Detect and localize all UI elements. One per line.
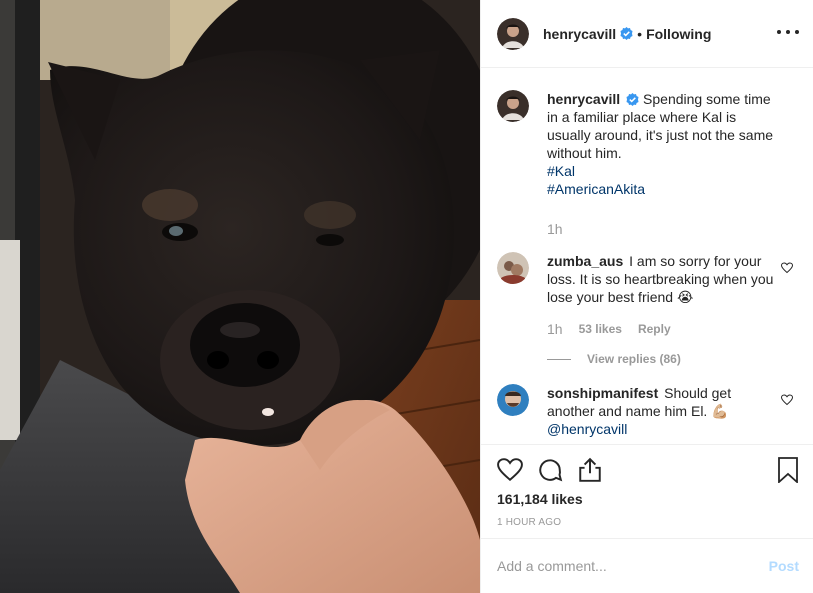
post-photo[interactable] [0,0,480,593]
avatar[interactable] [497,17,529,50]
view-replies-label: View replies (86) [587,352,681,366]
view-replies-button[interactable]: View replies (86) [547,350,781,368]
like-count[interactable]: 161,184 likes [497,491,797,507]
reply-button[interactable]: Reply [638,320,671,338]
comments-list: henrycavill Spending some time in a fami… [481,68,813,444]
post-header: henrycavill • Following [481,0,813,68]
caption: henrycavill Spending some time in a fami… [497,90,797,238]
verified-badge-icon [626,92,639,106]
divider [547,358,571,360]
comment-input[interactable] [497,558,747,574]
caption-time[interactable]: 1h [547,220,563,238]
separator-dot: • [637,25,643,42]
post-date[interactable]: 1 HOUR AGO [497,517,797,528]
add-comment-bar: Post [481,538,813,593]
share-icon[interactable] [577,457,603,483]
more-options-icon[interactable] [777,22,799,42]
following-button[interactable]: Following [646,26,711,42]
post-actions: 161,184 likes 1 HOUR AGO [481,444,813,538]
post-sidebar: henrycavill • Following henrycavill Spen… [480,0,813,593]
bookmark-icon[interactable] [777,457,799,483]
comment: zumba_aus I am so sorry for your loss. I… [497,252,797,368]
comment-username[interactable]: zumba_aus [547,253,623,269]
comment-icon[interactable] [537,457,563,483]
avatar[interactable] [497,252,529,284]
hashtag-link[interactable]: #Kal [547,162,781,180]
caption-username[interactable]: henrycavill [547,91,620,107]
heart-icon[interactable] [497,457,523,483]
comment-likes[interactable]: 53 likes [579,320,622,338]
header-username[interactable]: henrycavill [543,26,616,42]
like-comment-heart-icon[interactable] [781,394,793,406]
verified-badge-icon [620,27,633,40]
comment: sonshipmanifest Should get another and n… [497,384,797,438]
like-comment-heart-icon[interactable] [781,262,793,274]
avatar[interactable] [497,384,529,416]
dog-photo-illustration [0,0,480,593]
instagram-post: henrycavill • Following henrycavill Spen… [0,0,813,593]
comment-username[interactable]: sonshipmanifest [547,385,658,401]
comment-time[interactable]: 1h [547,320,563,338]
post-button[interactable]: Post [769,558,799,574]
mention-link[interactable]: @henrycavill [547,420,781,438]
hashtag-link[interactable]: #AmericanAkita [547,180,781,198]
avatar[interactable] [497,90,529,122]
